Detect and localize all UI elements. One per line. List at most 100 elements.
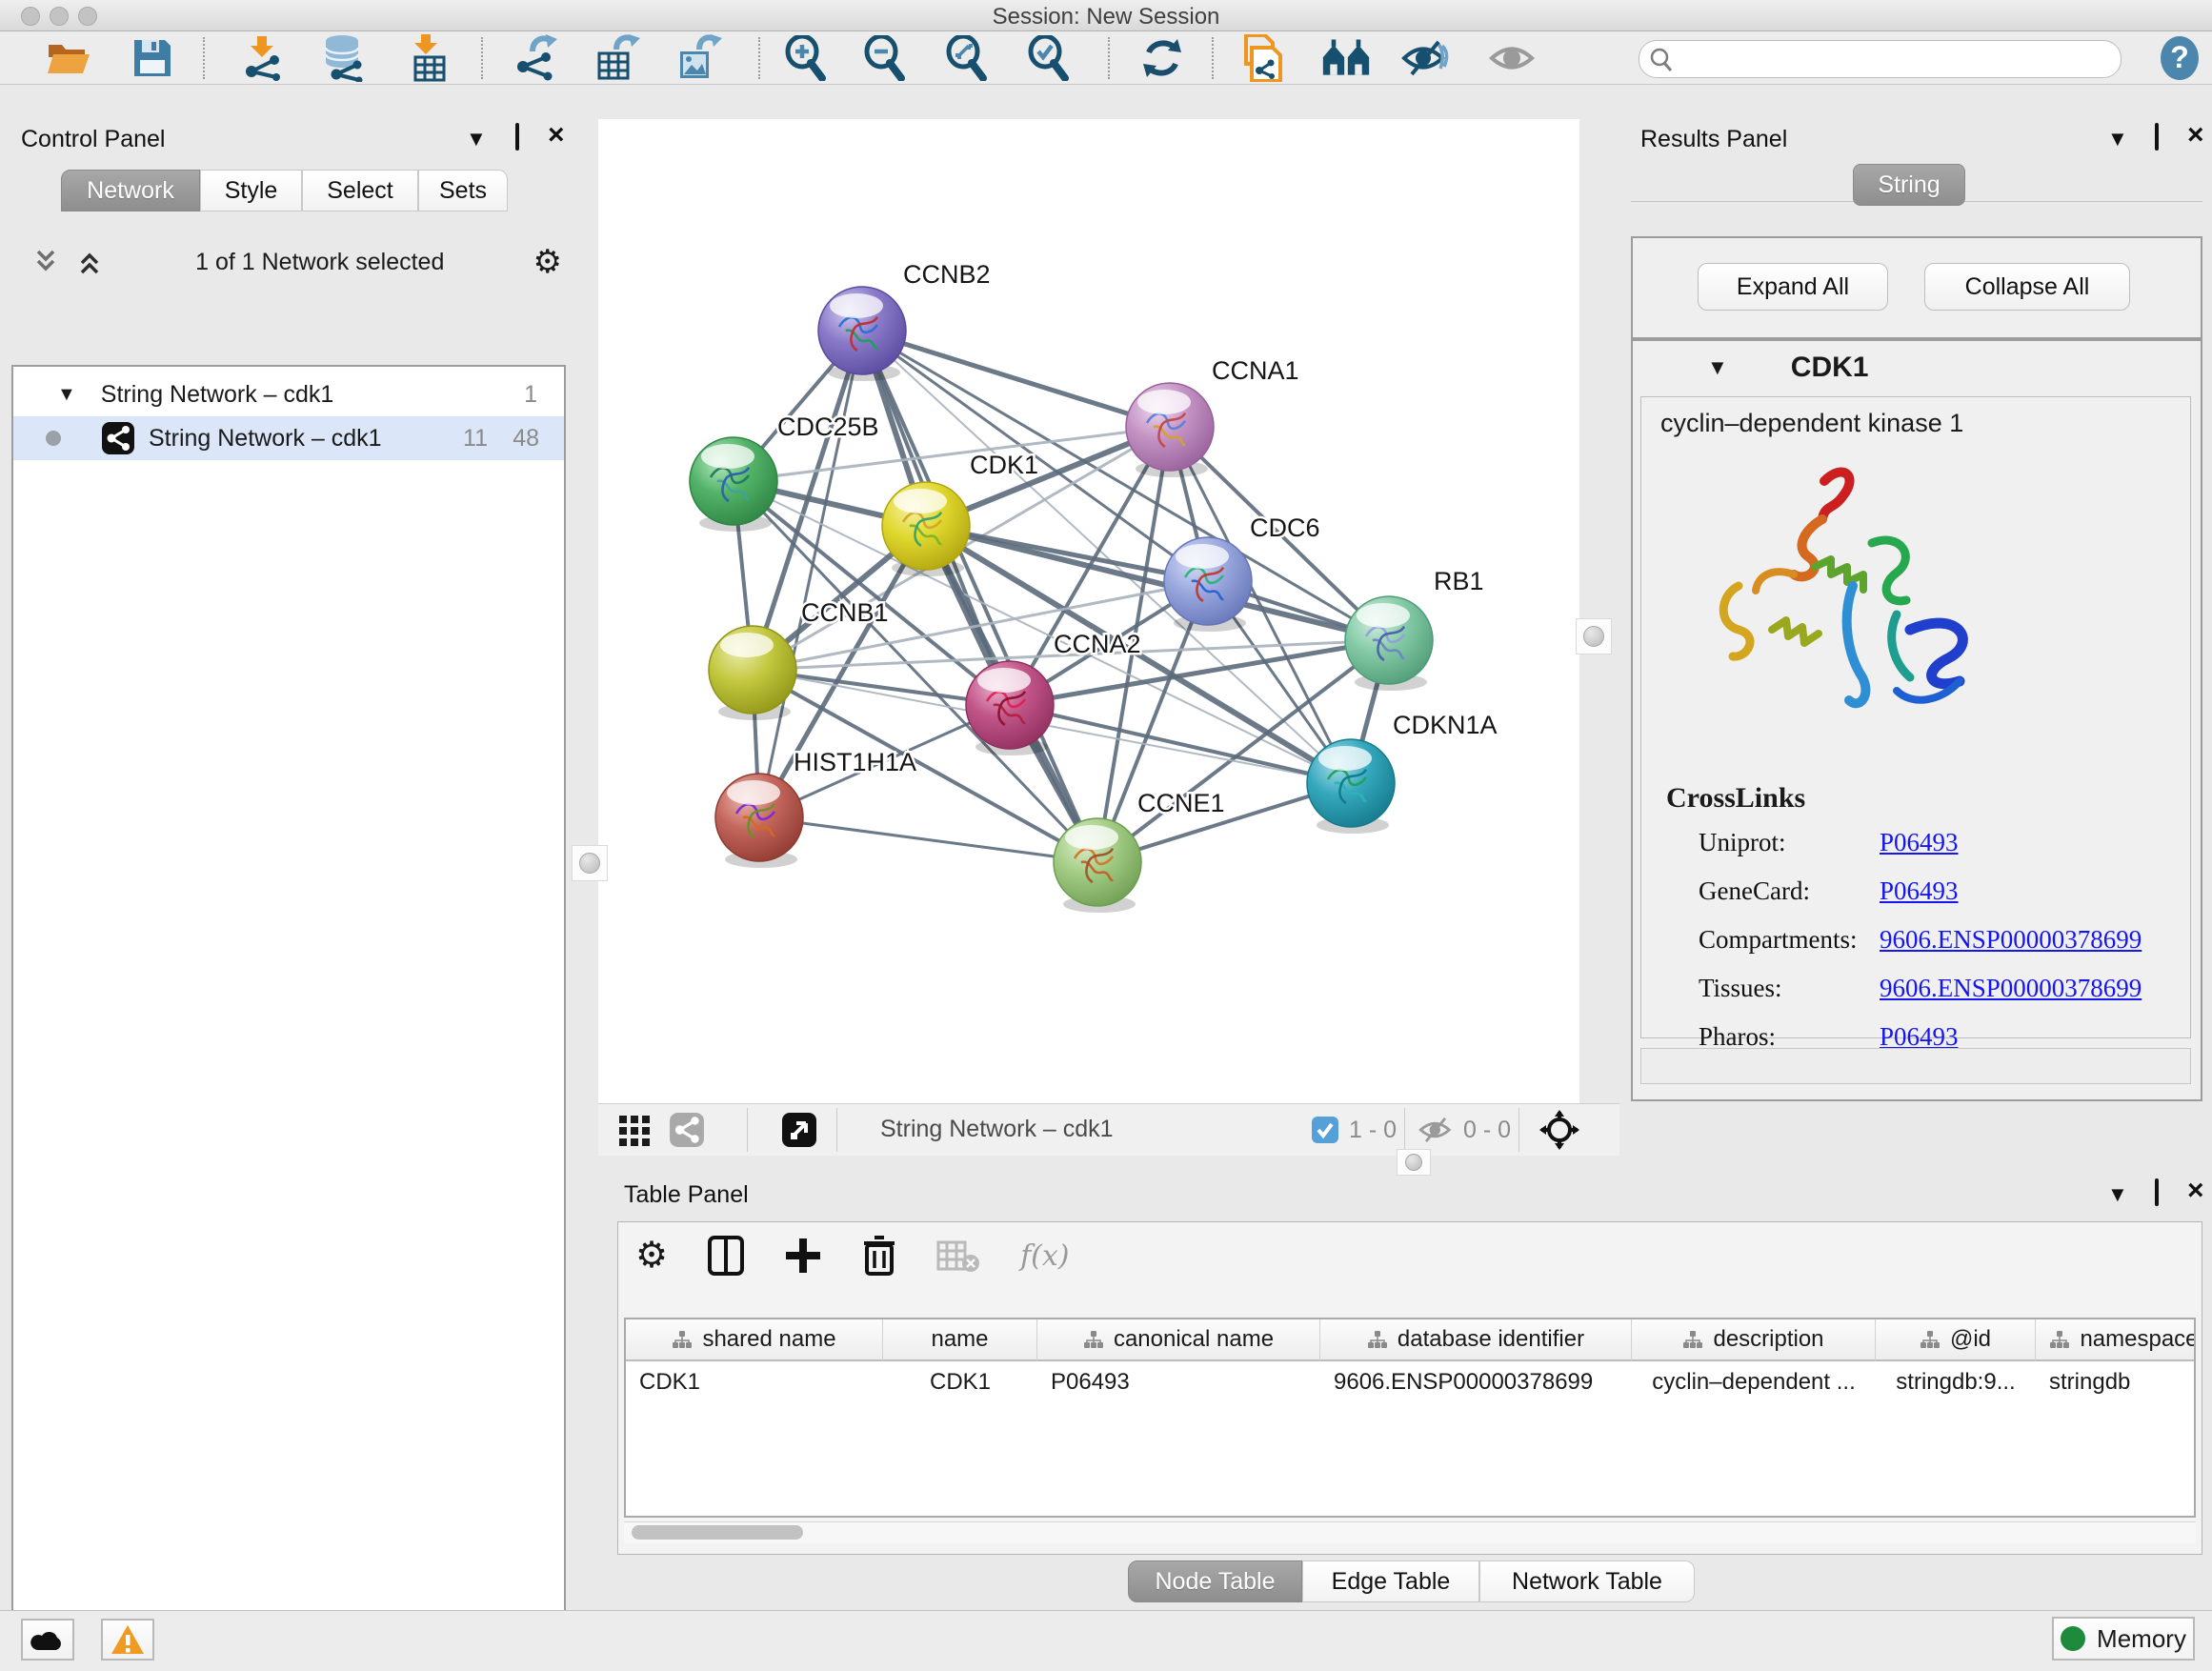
table-cell[interactable]: CDK1 (883, 1361, 1037, 1403)
open-session-button[interactable] (44, 35, 93, 81)
zoom-fit-button[interactable] (942, 35, 992, 81)
network-edge[interactable] (759, 817, 1097, 862)
network-node-CDKN1A[interactable]: CDKN1A (1307, 711, 1498, 834)
hscrollbar-thumb[interactable] (632, 1525, 803, 1540)
table-cell[interactable]: P06493 (1037, 1361, 1320, 1403)
tab-network-table[interactable]: Network Table (1479, 1560, 1695, 1602)
tree-options-gear-icon[interactable]: ⚙ (533, 246, 562, 278)
network-node-RB1[interactable]: RB1 (1345, 567, 1484, 691)
tab-node-table[interactable]: Node Table (1128, 1560, 1302, 1602)
network-node-CCNA2[interactable]: CCNA2 (966, 630, 1141, 755)
help-button[interactable]: ? (2155, 35, 2204, 81)
results-panel-menu-icon[interactable]: ▼ (2107, 129, 2128, 150)
results-scroll-track[interactable] (1640, 1048, 2191, 1084)
grid-view-icon[interactable] (617, 1114, 652, 1148)
network-edge[interactable] (862, 331, 1097, 862)
tab-style[interactable]: Style (200, 170, 302, 211)
cloud-status-button[interactable] (21, 1619, 74, 1661)
zoom-out-button[interactable] (860, 35, 910, 81)
show-all-button[interactable] (1488, 35, 1538, 81)
zoom-in-button[interactable] (781, 35, 831, 81)
network-node-HIST1H1A[interactable]: HIST1H1A (715, 748, 916, 868)
control-panel-float-icon[interactable] (515, 127, 519, 148)
network-edge[interactable] (1010, 705, 1351, 783)
tab-string[interactable]: String (1853, 164, 1965, 206)
network-node-CCNB1[interactable]: CCNB1 (709, 598, 889, 720)
first-neighbors-button[interactable] (1321, 35, 1371, 81)
birdseye-toggle-icon[interactable] (781, 1112, 817, 1148)
table-cell[interactable]: CDK1 (626, 1361, 883, 1403)
export-network-button[interactable] (512, 35, 561, 81)
column-header-name[interactable]: name (883, 1319, 1037, 1361)
pan-mode-icon[interactable] (1539, 1110, 1579, 1150)
column-header--id[interactable]: @id (1876, 1319, 2036, 1361)
collapse-all-icon[interactable] (30, 248, 63, 276)
search-input[interactable] (1678, 46, 2121, 72)
network-canvas[interactable]: CCNB2CCNA1CDC25BCDK1CDC6RB1CCNB1CCNA2CDK… (598, 119, 1579, 1103)
selected-checkbox-icon[interactable] (1311, 1116, 1339, 1144)
save-session-button[interactable] (128, 35, 177, 81)
tab-edge-table[interactable]: Edge Table (1302, 1560, 1479, 1602)
results-panel-float-icon[interactable] (2155, 127, 2159, 148)
right-splitter-handle[interactable] (1576, 618, 1612, 654)
left-splitter-handle[interactable] (572, 845, 608, 881)
network-node-CDC6[interactable]: CDC6 (1164, 513, 1320, 632)
column-header-shared-name[interactable]: shared name (626, 1319, 883, 1361)
table-cell[interactable]: cyclin–dependent ... (1632, 1361, 1876, 1403)
new-network-from-selection-button[interactable] (1236, 35, 1285, 81)
main-toolbar: ? (0, 31, 2212, 85)
network-collection-row[interactable]: ▼ String Network – cdk1 1 (13, 372, 564, 416)
hide-selected-button[interactable] (1400, 35, 1450, 81)
tab-sets[interactable]: Sets (418, 170, 508, 211)
results-panel-close-icon[interactable]: × (2187, 125, 2204, 146)
network-node-CCNA1[interactable]: CCNA1 (1126, 356, 1299, 477)
network-node-CCNE1[interactable]: CCNE1 (1054, 789, 1225, 913)
import-network-from-file-button[interactable] (237, 35, 287, 81)
column-header-namespace[interactable]: namespace (2036, 1319, 2196, 1361)
collapse-all-button[interactable]: Collapse All (1924, 263, 2130, 311)
network-node-CDC25B[interactable]: CDC25B (690, 413, 879, 532)
network-row[interactable]: String Network – cdk1 11 48 (13, 416, 564, 460)
table-cell[interactable]: 9606.ENSP00000378699 (1320, 1361, 1632, 1403)
control-panel-close-icon[interactable]: × (548, 125, 565, 146)
add-column-icon[interactable] (784, 1237, 822, 1275)
crosslink-link[interactable]: P06493 (1880, 876, 1959, 906)
table-panel-float-icon[interactable] (2155, 1182, 2159, 1203)
tab-select[interactable]: Select (302, 170, 418, 211)
network-edge[interactable] (862, 331, 1170, 427)
cdk1-section-header[interactable]: ▼ CDK1 (1633, 341, 2201, 394)
export-table-button[interactable] (593, 35, 642, 81)
table-row[interactable]: CDK1CDK1P064939606.ENSP00000378699cyclin… (626, 1361, 2194, 1403)
table-cell[interactable]: stringdb (2036, 1361, 2196, 1403)
column-header-canonical-name[interactable]: canonical name (1037, 1319, 1320, 1361)
tab-network[interactable]: Network (61, 170, 200, 211)
crosslink-link[interactable]: 9606.ENSP00000378699 (1880, 974, 2142, 1003)
show-columns-icon[interactable] (708, 1236, 744, 1276)
delete-column-icon[interactable] (862, 1236, 896, 1276)
section-expander-icon[interactable]: ▼ (1707, 355, 1728, 380)
export-image-button[interactable] (674, 35, 723, 81)
horizontal-splitter-handle[interactable] (1397, 1149, 1431, 1176)
crosslink-link[interactable]: P06493 (1880, 828, 1959, 857)
network-selected-count: 1 of 1 Network selected (107, 249, 533, 276)
import-network-from-database-button[interactable] (319, 35, 369, 81)
expand-all-button[interactable]: Expand All (1698, 263, 1888, 311)
table-panel-close-icon[interactable]: × (2187, 1180, 2204, 1201)
import-table-from-file-button[interactable] (405, 35, 454, 81)
string-view-icon[interactable] (669, 1112, 705, 1148)
expand-all-icon[interactable] (74, 248, 107, 276)
crosslink-link[interactable]: 9606.ENSP00000378699 (1880, 925, 2142, 955)
column-header-database-identifier[interactable]: database identifier (1320, 1319, 1632, 1361)
search-field[interactable] (1639, 40, 2122, 78)
column-header-description[interactable]: description (1632, 1319, 1876, 1361)
warnings-button[interactable] (101, 1619, 154, 1661)
tree-expander-icon[interactable]: ▼ (57, 384, 76, 406)
memory-button[interactable]: Memory (2052, 1617, 2195, 1661)
table-panel-menu-icon[interactable]: ▼ (2107, 1184, 2128, 1205)
network-graph[interactable]: CCNB2CCNA1CDC25BCDK1CDC6RB1CCNB1CCNA2CDK… (598, 119, 1579, 1103)
zoom-selected-button[interactable] (1024, 35, 1074, 81)
control-panel-menu-icon[interactable]: ▼ (466, 129, 487, 150)
table-settings-gear-icon[interactable]: ⚙ (635, 1238, 668, 1274)
refresh-layout-button[interactable] (1137, 35, 1187, 81)
table-cell[interactable]: stringdb:9... (1876, 1361, 2036, 1403)
